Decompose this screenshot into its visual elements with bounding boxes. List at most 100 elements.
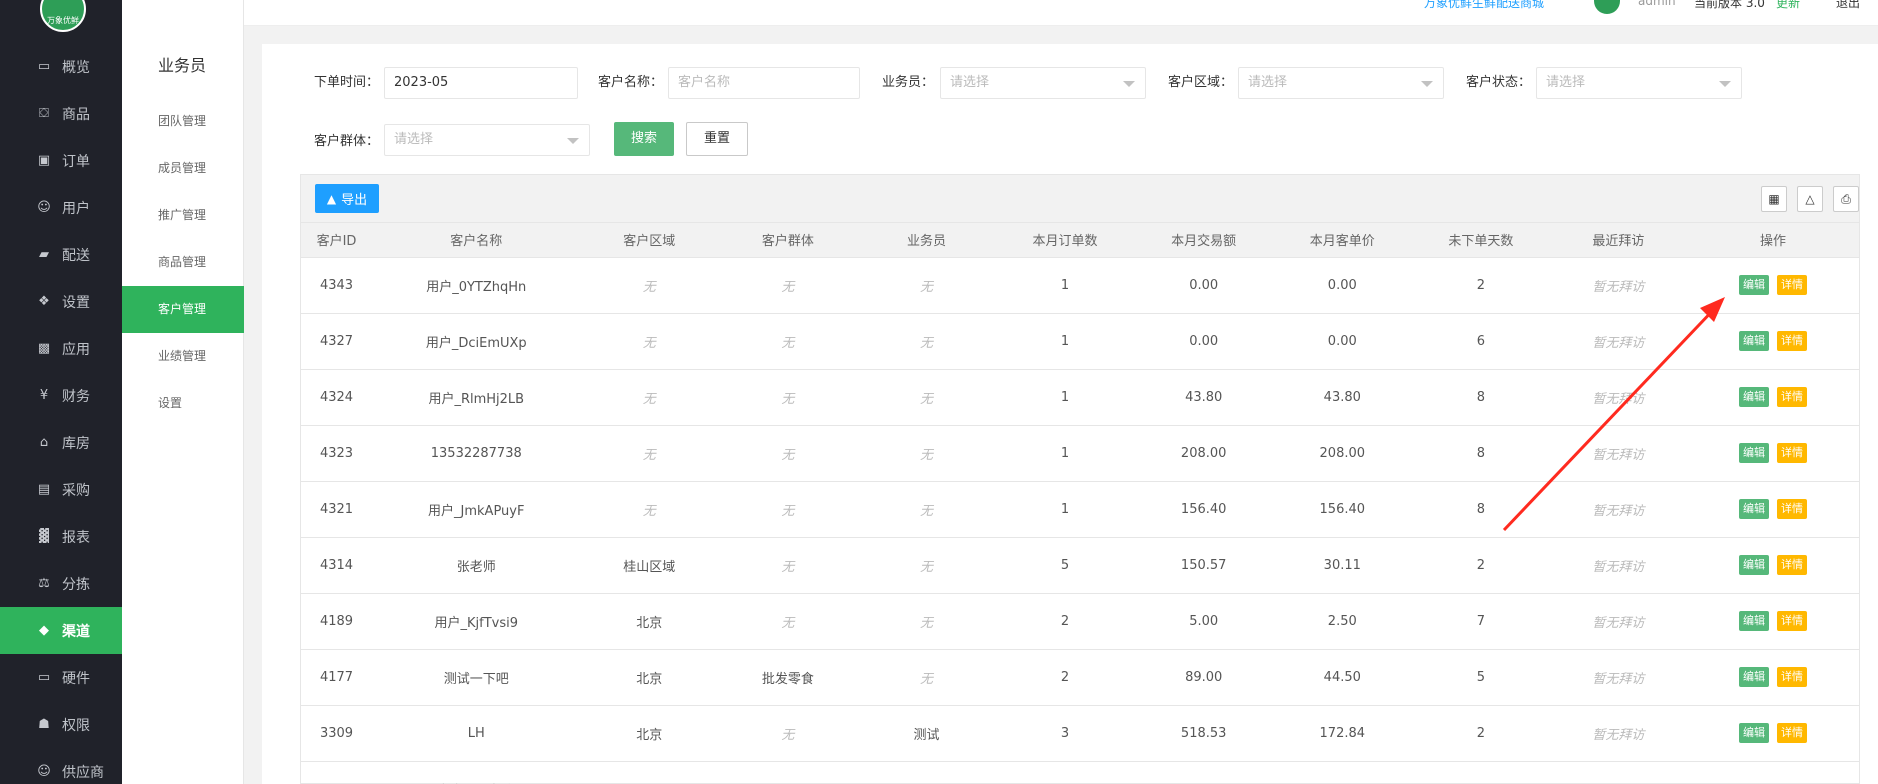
sub-item-2[interactable]: 推广管理 xyxy=(122,192,244,239)
table-cell: 测试一下吧 xyxy=(372,649,581,706)
table-row[interactable]: 4321 用户_JmkAPuyF 无无无 1 156.40 156.40 8 暂无拜访 编辑 详情 xyxy=(301,481,1859,538)
detail-button[interactable]: 详情 xyxy=(1777,499,1808,519)
nav-item-10[interactable]: ▓ 报表 xyxy=(0,513,122,560)
table-row[interactable]: 4177 测试一下吧 北京 批发零食无 2 89.00 44.50 5 暂无拜访 编辑 详情 xyxy=(301,649,1859,706)
table-row[interactable]: 4343 用户_0YTZhqHn 无无无 1 0.00 0.00 2 暂无拜访 编辑 详情 xyxy=(301,257,1859,314)
edit-button[interactable]: 编辑 xyxy=(1739,443,1770,463)
sub-item-4[interactable]: 客户管理 xyxy=(122,286,244,333)
search-button[interactable]: 搜索 xyxy=(614,122,674,156)
salesman-label: 业务员： xyxy=(882,75,935,90)
puzzle-icon: ❖ xyxy=(38,294,50,309)
nav-item-12[interactable]: ◆ 渠道 xyxy=(0,607,122,654)
table-cell: 4343 xyxy=(301,257,373,314)
nav-item-8[interactable]: ⌂ 库房 xyxy=(0,419,122,466)
edit-button[interactable]: 编辑 xyxy=(1739,387,1770,407)
columns-filter-icon[interactable]: ▦ xyxy=(1761,186,1787,212)
table-cell: 无 xyxy=(857,257,996,314)
table-cell: 43.80 xyxy=(1272,369,1413,426)
detail-button[interactable]: 详情 xyxy=(1777,331,1808,351)
edit-button[interactable]: 编辑 xyxy=(1739,499,1770,519)
nav-item-6[interactable]: ▩ 应用 xyxy=(0,325,122,372)
table-row[interactable]: 北京世间万象店北 xyxy=(301,761,1859,784)
export-button[interactable]: ▲ 导出 xyxy=(315,184,379,213)
table-row[interactable]: 3309 LH 北京无测试 3 518.53 172.84 2 暂无拜访 编辑 详情 xyxy=(301,705,1859,762)
order-time-input[interactable]: 2023-05 xyxy=(384,67,578,99)
table-cell xyxy=(1549,761,1688,784)
edit-button[interactable]: 编辑 xyxy=(1739,611,1770,631)
column-header[interactable]: 客户群体 xyxy=(717,223,858,258)
table-cell: 张老师 xyxy=(372,537,581,594)
avatar[interactable] xyxy=(1594,0,1620,14)
admin-name[interactable]: admin xyxy=(1638,0,1676,8)
table-row[interactable]: 4323 13532287738 无无无 1 208.00 208.00 8 暂无拜访 编辑 详情 xyxy=(301,425,1859,482)
detail-button[interactable]: 详情 xyxy=(1777,723,1808,743)
detail-button[interactable]: 详情 xyxy=(1777,611,1808,631)
export-icon: ▲ xyxy=(326,191,337,206)
table-row[interactable]: 4324 用户_RlmHj2LB 无无无 1 43.80 43.80 8 暂无拜访 编辑 详情 xyxy=(301,369,1859,426)
nav-item-15[interactable]: ☺ 供应商 xyxy=(0,748,122,784)
brand-logo[interactable]: 万象优鲜 xyxy=(40,0,86,32)
nav-item-label: 财务 xyxy=(62,388,90,405)
table-row[interactable]: 4327 用户_DciEmUXp 无无无 1 0.00 0.00 6 暂无拜访 编辑 详情 xyxy=(301,313,1859,370)
column-header[interactable]: 最近拜访 xyxy=(1549,223,1688,258)
nav-item-5[interactable]: ❖ 设置 xyxy=(0,278,122,325)
detail-button[interactable]: 详情 xyxy=(1777,555,1808,575)
customer-name-input[interactable]: 客户名称 xyxy=(668,67,860,99)
group-select[interactable]: 请选择 xyxy=(384,124,590,156)
column-header[interactable]: 本月客单价 xyxy=(1272,223,1413,258)
sub-menu-title: 业务员 xyxy=(158,56,207,75)
detail-button[interactable]: 详情 xyxy=(1777,667,1808,687)
table-cell: 0.00 xyxy=(1134,257,1273,314)
region-select[interactable]: 请选择 xyxy=(1238,67,1444,99)
detail-button[interactable]: 详情 xyxy=(1777,387,1808,407)
nav-item-1[interactable]: ⛋ 商品 xyxy=(0,90,122,137)
sub-item-6[interactable]: 设置 xyxy=(122,380,244,427)
edit-button[interactable]: 编辑 xyxy=(1739,331,1770,351)
sub-item-1[interactable]: 成员管理 xyxy=(122,145,244,192)
nav-item-13[interactable]: ▭ 硬件 xyxy=(0,654,122,701)
column-header[interactable]: 本月交易额 xyxy=(1134,223,1273,258)
column-header[interactable]: 本月订单数 xyxy=(995,223,1135,258)
edit-button[interactable]: 编辑 xyxy=(1739,667,1770,687)
nav-item-0[interactable]: ▭ 概览 xyxy=(0,43,122,90)
sub-item-0[interactable]: 团队管理 xyxy=(122,98,244,145)
nav-item-4[interactable]: ▰ 配送 xyxy=(0,231,122,278)
nav-item-2[interactable]: ▣ 订单 xyxy=(0,137,122,184)
nav-item-7[interactable]: ¥ 财务 xyxy=(0,372,122,419)
column-header[interactable]: 客户ID xyxy=(301,223,373,258)
column-header[interactable]: 客户名称 xyxy=(372,223,581,258)
nav-item-3[interactable]: ☺ 用户 xyxy=(0,184,122,231)
edit-button[interactable]: 编辑 xyxy=(1739,275,1770,295)
nav-item-11[interactable]: ⚖ 分拣 xyxy=(0,560,122,607)
nav-item-9[interactable]: ▤ 采购 xyxy=(0,466,122,513)
table-cell: 无 xyxy=(580,369,718,426)
column-header[interactable]: 业务员 xyxy=(857,223,996,258)
table-row[interactable]: 4189 用户_KjfTvsi9 北京无无 2 5.00 2.50 7 暂无拜访 编辑 详情 xyxy=(301,593,1859,650)
detail-button[interactable]: 详情 xyxy=(1777,443,1808,463)
status-select[interactable]: 请选择 xyxy=(1536,67,1742,99)
edit-button[interactable]: 编辑 xyxy=(1739,723,1770,743)
column-header[interactable]: 客户区域 xyxy=(580,223,718,258)
region-label: 客户区域： xyxy=(1168,75,1234,90)
edit-button[interactable]: 编辑 xyxy=(1739,555,1770,575)
print-icon[interactable]: ⎙ xyxy=(1833,186,1859,212)
table-cell: 测试 xyxy=(857,705,996,762)
export-file-icon[interactable]: △ xyxy=(1797,186,1823,212)
salesman-select[interactable]: 请选择 xyxy=(940,67,1146,99)
logout-link[interactable]: 退出 xyxy=(1836,0,1860,11)
table-cell: 208.00 xyxy=(1272,425,1413,482)
table-row[interactable]: 4314 张老师 桂山区域无无 5 150.57 30.11 2 暂无拜访 编辑 详情 xyxy=(301,537,1859,594)
detail-button[interactable]: 详情 xyxy=(1777,275,1808,295)
table-cell: 0.00 xyxy=(1272,257,1413,314)
update-link[interactable]: 更新 xyxy=(1776,0,1800,11)
sub-item-5[interactable]: 业绩管理 xyxy=(122,333,244,380)
table-cell: 北京 xyxy=(580,705,718,762)
table-cell: 518.53 xyxy=(1134,705,1273,762)
sub-item-3[interactable]: 商品管理 xyxy=(122,239,244,286)
shop-name-link[interactable]: 万象优鲜生鲜配送商城 xyxy=(1424,0,1544,11)
reset-button[interactable]: 重置 xyxy=(686,122,748,156)
column-header[interactable]: 操作 xyxy=(1687,223,1859,258)
nav-item-14[interactable]: ☗ 权限 xyxy=(0,701,122,748)
column-header[interactable]: 未下单天数 xyxy=(1412,223,1550,258)
table-cell: 用户_0YTZhqHn xyxy=(372,257,581,314)
